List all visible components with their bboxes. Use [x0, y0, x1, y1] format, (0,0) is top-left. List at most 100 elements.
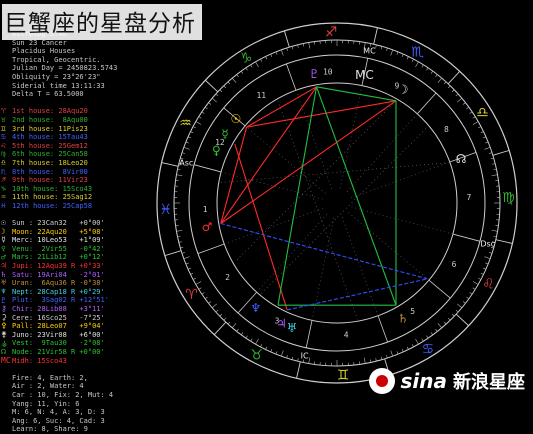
zodiac-sign-glyph: ♒	[179, 115, 192, 131]
degree-tick	[309, 42, 310, 48]
degree-tick	[489, 153, 492, 154]
house-number: 1	[203, 205, 208, 214]
degree-tick	[436, 329, 438, 331]
zodiac-sign-glyph: ♎	[476, 105, 489, 121]
aspect-line	[221, 87, 317, 224]
house-number: 6	[452, 260, 457, 269]
degree-tick	[457, 304, 462, 308]
degree-tick	[463, 103, 465, 105]
degree-tick	[431, 71, 433, 73]
degree-tick	[426, 68, 428, 70]
degree-tick	[473, 288, 476, 290]
planet-glyph: ♄	[398, 311, 409, 325]
degree-tick	[303, 44, 304, 47]
planet-glyph: ♆	[250, 301, 261, 315]
degree-tick	[212, 304, 217, 308]
degree-tick	[220, 314, 222, 316]
degree-tick	[473, 122, 478, 125]
sign-divider	[284, 31, 289, 47]
degree-tick	[436, 75, 438, 77]
panel-line: M: 6, N: 4, A: 3, D: 3	[0, 408, 140, 417]
degree-tick	[209, 103, 211, 105]
degree-tick	[188, 268, 191, 269]
aspect-line	[235, 144, 287, 310]
house-cusp-dotted	[312, 215, 334, 321]
house-cusp-dotted	[348, 162, 449, 199]
degree-tick	[241, 332, 243, 334]
degree-tick	[485, 142, 488, 143]
panel-line: Ang: 6, Suc: 4, Cad: 3	[0, 417, 140, 426]
degree-tick	[494, 236, 497, 237]
degree-tick	[298, 358, 299, 361]
sign-divider	[297, 362, 301, 379]
degree-tick	[391, 50, 393, 56]
planet-glyph: ♂	[202, 220, 213, 234]
degree-tick	[376, 45, 377, 48]
aspect-line	[317, 87, 396, 101]
zodiac-sign-glyph: ♈	[185, 287, 198, 303]
degree-tick	[205, 297, 207, 299]
degree-tick	[492, 175, 498, 176]
degree-tick	[271, 54, 272, 57]
house-cusp-line	[286, 64, 296, 90]
sign-divider	[448, 71, 460, 83]
degree-tick	[438, 323, 442, 328]
degree-tick	[199, 117, 202, 119]
degree-tick	[485, 263, 488, 264]
house-cusp-dotted	[349, 206, 453, 234]
house-cusp-line	[429, 280, 450, 298]
planet-glyph: ☉	[230, 112, 241, 126]
house-number: 7	[466, 193, 471, 202]
degree-tick	[182, 252, 185, 253]
degree-tick	[470, 292, 472, 294]
degree-tick	[448, 86, 450, 88]
watermark-logo-text: sina	[401, 369, 448, 393]
degree-tick	[397, 52, 398, 55]
house-number: 8	[444, 125, 449, 134]
degree-tick	[426, 336, 428, 338]
planet-glyph: ☽	[398, 83, 409, 97]
degree-tick	[216, 94, 218, 96]
degree-tick	[287, 48, 288, 51]
house-cusp-dotted	[341, 214, 378, 315]
degree-tick	[478, 278, 481, 279]
degree-tick	[186, 263, 189, 264]
degree-tick	[457, 98, 462, 102]
degree-tick	[309, 358, 310, 364]
sign-divider	[205, 80, 217, 92]
degree-tick	[228, 322, 230, 324]
degree-tick	[224, 318, 226, 320]
degree-tick	[407, 56, 408, 59]
degree-tick	[391, 351, 393, 357]
house-cusp-dotted	[296, 90, 333, 191]
zodiac-sign-glyph: ♐	[325, 25, 338, 41]
sign-divider	[493, 150, 509, 155]
degree-tick	[232, 78, 236, 83]
degree-tick	[376, 358, 377, 361]
degree-tick	[232, 323, 236, 328]
degree-tick	[456, 94, 458, 96]
degree-tick	[216, 310, 218, 312]
degree-tick	[370, 360, 371, 363]
aspect-line	[317, 87, 396, 305]
planet-glyph: ♃	[276, 317, 287, 331]
house-cusp-line	[453, 234, 480, 241]
house-cusp-line	[198, 244, 224, 254]
sign-divider	[214, 322, 226, 334]
planet-glyph: ♇	[309, 67, 320, 81]
panel-line: Learn: 8, Share: 9	[0, 425, 140, 434]
degree-tick	[381, 357, 382, 360]
degree-tick	[481, 132, 484, 133]
degree-tick	[205, 107, 207, 109]
planet-glyph: ☊	[456, 152, 467, 166]
degree-tick	[494, 169, 497, 170]
degree-tick	[241, 71, 243, 73]
watermark: sina 新浪星座	[369, 368, 526, 394]
degree-tick	[260, 59, 261, 62]
degree-tick	[176, 175, 182, 176]
degree-tick	[481, 273, 484, 274]
degree-tick	[416, 62, 419, 67]
degree-tick	[186, 142, 189, 143]
degree-tick	[483, 268, 486, 269]
degree-tick	[412, 344, 413, 347]
